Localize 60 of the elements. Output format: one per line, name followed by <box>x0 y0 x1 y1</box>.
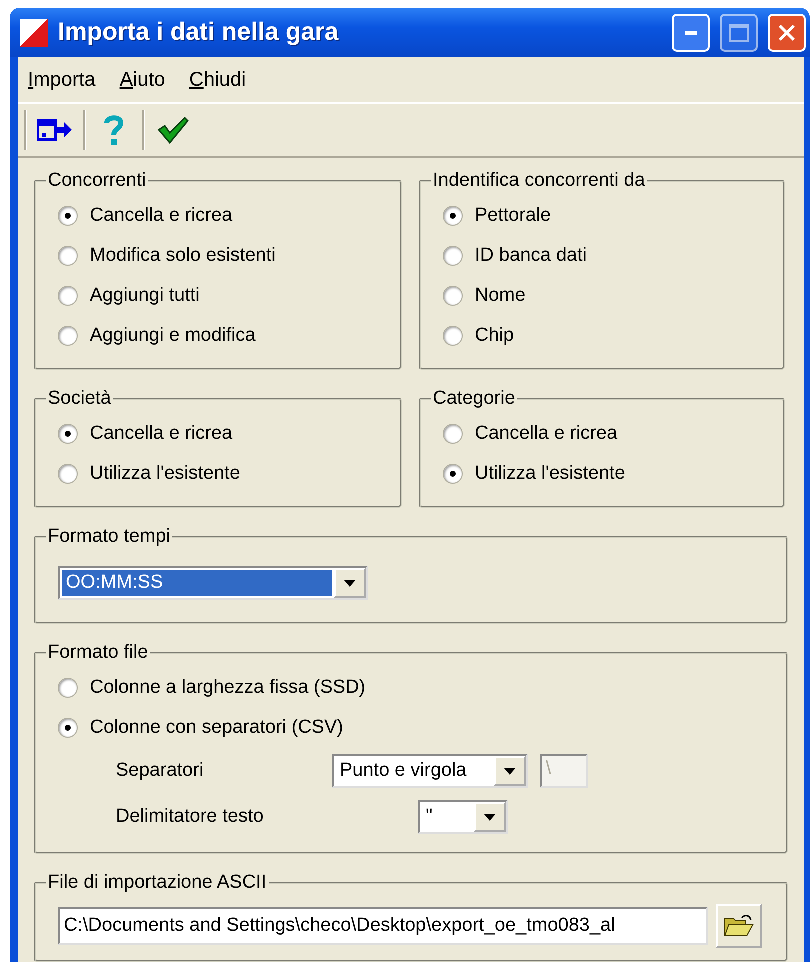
radio-label: Cancella e ricrea <box>90 423 233 445</box>
radio-button[interactable] <box>443 464 463 484</box>
dropdown-arrow-icon <box>504 768 516 774</box>
radio-button[interactable] <box>443 206 463 226</box>
file-path-field[interactable]: C:\Documents and Settings\checo\Desktop\export_oe_tmo083_al <box>58 907 708 945</box>
window-title: Importa i dati nella gara <box>58 18 340 47</box>
radio-label: Nome <box>475 285 526 307</box>
radio-button[interactable] <box>443 286 463 306</box>
floppy-arrow-icon <box>37 119 73 141</box>
radio-button[interactable] <box>58 286 78 306</box>
group-title: Categorie <box>432 388 516 410</box>
separator-dropdown[interactable]: Punto e virgola <box>332 754 528 788</box>
app-logo-icon <box>20 18 48 46</box>
radio-button[interactable] <box>58 678 78 698</box>
radio-label: Cancella e ricrea <box>90 205 233 227</box>
group-title: File di importazione ASCII <box>47 872 268 894</box>
folder-icon <box>724 914 754 938</box>
radio-label: Colonne a larghezza fissa (SSD) <box>90 677 366 699</box>
dropdown-arrow-icon <box>484 814 496 820</box>
radio-label: Chip <box>475 325 514 347</box>
menu-item[interactable]: Chiudi <box>189 69 246 92</box>
group-title: Società <box>47 388 112 410</box>
browse-button[interactable] <box>716 904 762 948</box>
radio-label: Aggiungi tutti <box>90 285 200 307</box>
radio-button[interactable] <box>443 424 463 444</box>
radio-label: Modifica solo esistenti <box>90 245 276 267</box>
field-label: Separatori <box>116 760 205 782</box>
radio-label: Pettorale <box>475 205 552 227</box>
radio-label: Colonne con separatori (CSV) <box>90 717 344 739</box>
question-mark-icon <box>104 114 124 146</box>
group-title: Formato tempi <box>47 526 172 548</box>
close-icon <box>778 24 796 42</box>
close-button[interactable] <box>768 14 806 52</box>
menu-item[interactable]: Aiuto <box>120 69 166 92</box>
radio-button[interactable] <box>58 424 78 444</box>
radio-button[interactable] <box>443 246 463 266</box>
radio-label: Utilizza l'esistente <box>90 463 240 485</box>
radio-button[interactable] <box>58 206 78 226</box>
radio-label: ID banca dati <box>475 245 587 267</box>
radio-label: Cancella e ricrea <box>475 423 618 445</box>
group-title: Concorrenti <box>47 170 148 192</box>
group-title: Formato file <box>47 642 150 664</box>
minimize-icon <box>685 30 697 34</box>
radio-button[interactable] <box>58 718 78 738</box>
time-format-dropdown[interactable]: OO:MM:SS <box>58 566 368 600</box>
radio-label: Aggiungi e modifica <box>90 325 256 347</box>
menu-item[interactable]: Importa <box>28 69 96 92</box>
radio-button[interactable] <box>58 326 78 346</box>
radio-label: Utilizza l'esistente <box>475 463 626 485</box>
maximize-button[interactable] <box>720 14 758 52</box>
maximize-icon <box>729 24 749 42</box>
dropdown-arrow-icon <box>344 580 356 586</box>
group-title: Indentifica concorrenti da <box>432 170 646 192</box>
checkmark-icon <box>157 116 189 144</box>
radio-button[interactable] <box>58 246 78 266</box>
field-label: Delimitatore testo <box>116 806 265 828</box>
delimiter-dropdown[interactable]: " <box>418 800 508 834</box>
minimize-button[interactable] <box>672 14 710 52</box>
radio-button[interactable] <box>58 464 78 484</box>
radio-button[interactable] <box>443 326 463 346</box>
